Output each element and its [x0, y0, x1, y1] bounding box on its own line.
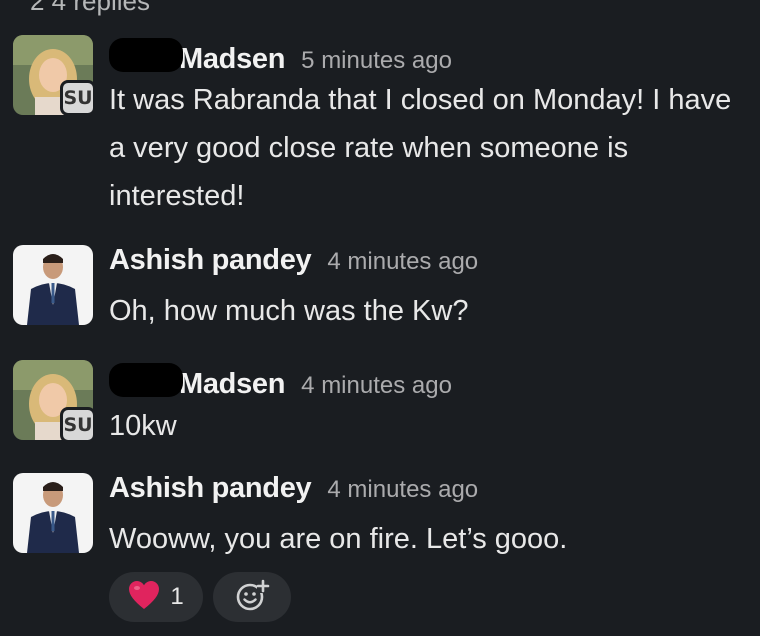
add-emoji-icon [234, 577, 270, 618]
su-badge: SU [60, 407, 96, 443]
redacted-name [109, 38, 183, 72]
reactions-bar: 1 [109, 572, 291, 622]
timestamp[interactable]: 5 minutes ago [301, 47, 452, 75]
avatar[interactable] [13, 245, 93, 325]
heart-reaction[interactable]: 1 [109, 572, 203, 622]
timestamp[interactable]: 4 minutes ago [327, 476, 478, 504]
heart-icon [128, 580, 160, 615]
author-name[interactable]: Madsen [179, 368, 285, 401]
author-name[interactable]: Ashish pandey [109, 244, 312, 277]
author-name[interactable]: Ashish pandey [109, 472, 312, 505]
message-header: Madsen 4 minutes ago [109, 359, 452, 401]
message-header: Madsen 5 minutes ago [109, 34, 452, 76]
message-header: Ashish pandey 4 minutes ago [109, 244, 478, 277]
author-name[interactable]: Madsen [179, 43, 285, 76]
message-header: Ashish pandey 4 minutes ago [109, 472, 478, 505]
message-text: 10kw [109, 410, 177, 442]
timestamp[interactable]: 4 minutes ago [327, 248, 478, 276]
add-reaction-button[interactable] [213, 572, 291, 622]
thread-view: 2 4 replies SU Madsen 5 minutes ago It w… [0, 0, 760, 636]
timestamp[interactable]: 4 minutes ago [301, 372, 452, 400]
reaction-count: 1 [170, 583, 184, 610]
message-text: It was Rabranda that I closed on Monday!… [109, 84, 732, 212]
redacted-name [109, 363, 183, 397]
message-text: Wooww, you are on fire. Let’s gooo. [109, 523, 568, 555]
replies-count[interactable]: 2 4 replies [30, 0, 150, 17]
message-text: Oh, how much was the Kw? [109, 295, 469, 327]
su-badge: SU [60, 80, 96, 116]
avatar[interactable] [13, 473, 93, 553]
